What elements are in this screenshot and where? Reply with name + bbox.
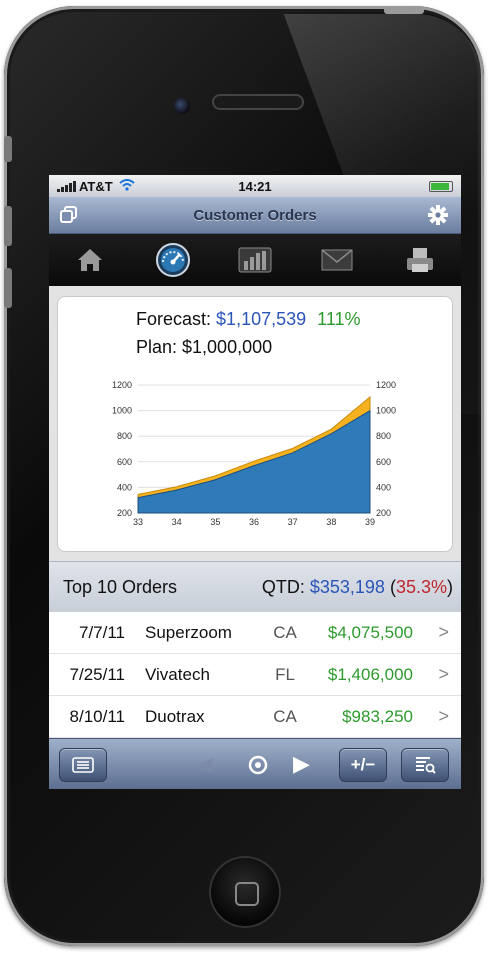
navigation-bar: Customer Orders bbox=[49, 197, 461, 234]
x-tick-label: 34 bbox=[172, 517, 182, 527]
y-tick-label-right: 1200 bbox=[376, 380, 396, 390]
y-tick-label-left: 1200 bbox=[112, 380, 132, 390]
y-tick-label-right: 600 bbox=[376, 457, 391, 467]
volume-up-button bbox=[4, 206, 12, 246]
list-search-icon bbox=[416, 757, 436, 774]
app-screen: AT&T 14:21 Customer Orders Forecast: $1,… bbox=[49, 175, 461, 789]
dashboard-gauge-icon bbox=[155, 243, 190, 277]
chevron-right-icon: > bbox=[438, 664, 449, 684]
x-tick-label: 39 bbox=[365, 517, 375, 527]
forecast-line: Forecast: $1,107,539 111% bbox=[136, 309, 361, 330]
y-tick-label-left: 1000 bbox=[112, 406, 132, 416]
y-tick-label-right: 400 bbox=[376, 482, 391, 492]
y-tick-label-right: 1000 bbox=[376, 406, 396, 416]
y-tick-label-left: 600 bbox=[117, 457, 132, 467]
list-view-button[interactable] bbox=[59, 748, 107, 782]
y-tick-label-left: 400 bbox=[117, 482, 132, 492]
order-date: 7/25/11 bbox=[69, 664, 125, 684]
qtd-summary: QTD: $353,198 (35.3%) bbox=[262, 577, 453, 598]
x-tick-label: 38 bbox=[326, 517, 336, 527]
order-state: CA bbox=[273, 706, 297, 726]
order-amount: $983,250 bbox=[342, 706, 413, 726]
adjust-plus-minus-button[interactable]: +/− bbox=[339, 748, 387, 782]
order-state: CA bbox=[273, 622, 297, 642]
battery-icon bbox=[429, 180, 453, 192]
chevron-right-icon: > bbox=[438, 622, 449, 642]
order-company: Duotrax bbox=[145, 706, 205, 726]
printer-icon bbox=[406, 248, 433, 272]
x-tick-label: 33 bbox=[133, 517, 143, 527]
forecast-amount: $1,107,539 bbox=[216, 309, 307, 329]
plan-line: Plan: $1,000,000 bbox=[136, 337, 273, 357]
forecast-percent: 111% bbox=[317, 309, 361, 329]
x-tick-label: 36 bbox=[249, 517, 259, 527]
forecast-area-chart: 200 200 400 400 600 600 800 800 1000 1000 1200 1200… bbox=[112, 380, 396, 527]
previous-arrow-icon[interactable]: ◀ bbox=[197, 752, 212, 777]
order-amount: $4,075,500 bbox=[327, 622, 413, 642]
table-row[interactable]: 8/10/11 Duotrax CA $983,250 > bbox=[49, 696, 461, 738]
order-state: FL bbox=[275, 664, 295, 684]
next-arrow-icon[interactable]: ▶ bbox=[293, 751, 310, 777]
qtd-percent: 35.3% bbox=[395, 576, 447, 597]
tab-print[interactable] bbox=[398, 240, 442, 280]
record-circle-icon[interactable] bbox=[247, 754, 269, 776]
y-tick-label-right: 200 bbox=[376, 508, 391, 518]
filter-search-button[interactable] bbox=[401, 748, 449, 782]
bottom-toolbar: ◀ ▶ +/− bbox=[49, 738, 461, 789]
mail-icon bbox=[321, 249, 353, 271]
tab-home[interactable] bbox=[68, 240, 112, 280]
y-tick-label-left: 200 bbox=[117, 508, 132, 518]
forecast-label: Forecast: bbox=[136, 309, 212, 329]
clock-time: 14:21 bbox=[238, 178, 272, 194]
earpiece-speaker bbox=[212, 94, 304, 110]
forecast-card: Forecast: $1,107,539 111% Plan: $1,000,0… bbox=[57, 296, 453, 552]
plus-minus-icon: +/− bbox=[350, 755, 376, 774]
y-tick-label-left: 800 bbox=[117, 431, 132, 441]
order-company: Vivatech bbox=[145, 664, 210, 684]
order-company: Superzoom bbox=[145, 622, 232, 642]
home-icon bbox=[78, 249, 103, 271]
tab-reports[interactable] bbox=[233, 240, 277, 280]
front-camera bbox=[174, 98, 190, 114]
mute-switch bbox=[4, 136, 12, 162]
top-orders-header: Top 10 Orders QTD: $353,198 (35.3%) bbox=[49, 561, 461, 613]
table-row[interactable]: 7/7/11 Superzoom CA $4,075,500 > bbox=[49, 612, 461, 654]
table-row[interactable]: 7/25/11 Vivatech FL $1,406,000 > bbox=[49, 654, 461, 696]
sleep-button bbox=[384, 6, 424, 14]
y-tick-label-right: 800 bbox=[376, 431, 391, 441]
chevron-right-icon: > bbox=[438, 706, 449, 726]
tab-bar bbox=[49, 234, 461, 286]
order-date: 7/7/11 bbox=[78, 622, 125, 642]
home-square-icon bbox=[235, 882, 259, 906]
order-date: 8/10/11 bbox=[69, 706, 125, 726]
volume-down-button bbox=[4, 268, 12, 308]
page-title: Customer Orders bbox=[193, 206, 317, 224]
tab-dashboard[interactable] bbox=[151, 240, 195, 280]
home-button[interactable] bbox=[209, 856, 281, 928]
qtd-pct-close: ) bbox=[447, 576, 453, 597]
qtd-value: $353,198 bbox=[309, 576, 385, 597]
status-bar: AT&T 14:21 bbox=[49, 175, 461, 197]
content-area: Forecast: $1,107,539 111% Plan: $1,000,0… bbox=[49, 286, 461, 789]
top-orders-label: Top 10 Orders bbox=[63, 576, 178, 597]
x-tick-label: 35 bbox=[210, 517, 220, 527]
x-tick-label: 37 bbox=[288, 517, 298, 527]
qtd-label: QTD: bbox=[261, 576, 305, 597]
gear-icon[interactable] bbox=[427, 204, 449, 226]
windows-switch-icon[interactable] bbox=[59, 205, 79, 225]
bar-chart-icon bbox=[238, 247, 272, 273]
list-icon bbox=[72, 757, 94, 773]
orders-list: 7/7/11 Superzoom CA $4,075,500 > 7/25/11… bbox=[49, 612, 461, 738]
tab-mail[interactable] bbox=[315, 240, 359, 280]
order-amount: $1,406,000 bbox=[327, 664, 413, 684]
